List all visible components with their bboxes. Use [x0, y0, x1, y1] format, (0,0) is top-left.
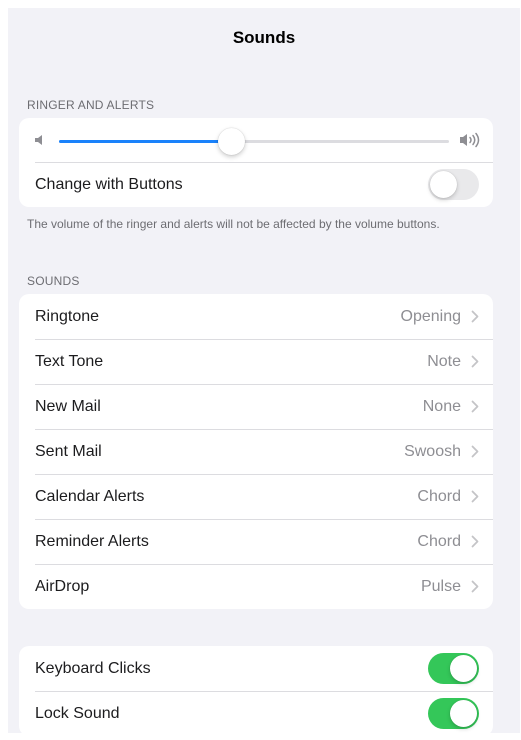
sound-row-reminder-alerts[interactable]: Reminder Alerts Chord	[19, 519, 493, 564]
feedback-group: Keyboard Clicks Lock Sound	[19, 646, 493, 733]
chevron-right-icon	[471, 355, 479, 368]
row-label: Ringtone	[35, 307, 100, 325]
change-with-buttons-row: Change with Buttons	[19, 162, 493, 207]
row-label: AirDrop	[35, 577, 90, 595]
chevron-right-icon	[471, 490, 479, 503]
section-header-ringer: RINGER AND ALERTS	[27, 98, 155, 112]
row-value: None	[422, 397, 461, 415]
row-value: Pulse	[420, 577, 461, 595]
sound-row-sent-mail[interactable]: Sent Mail Swoosh	[19, 429, 493, 474]
toggle-knob	[450, 700, 477, 727]
row-label: Calendar Alerts	[35, 487, 145, 505]
chevron-right-icon	[471, 400, 479, 413]
sounds-group: Ringtone Opening Text Tone Note New Mail…	[19, 294, 493, 609]
ringer-footer-note: The volume of the ringer and alerts will…	[27, 217, 440, 231]
row-label: Sent Mail	[35, 442, 102, 460]
page-title: Sounds	[232, 28, 296, 47]
sound-row-text-tone[interactable]: Text Tone Note	[19, 339, 493, 384]
row-label: Reminder Alerts	[35, 532, 149, 550]
speaker-high-icon	[460, 132, 480, 148]
sound-row-new-mail[interactable]: New Mail None	[19, 384, 493, 429]
toggle-knob	[430, 171, 457, 198]
chevron-right-icon	[471, 445, 479, 458]
lock-sound-row: Lock Sound	[19, 691, 493, 733]
ringer-group: Change with Buttons	[19, 118, 493, 207]
row-value: Swoosh	[404, 442, 461, 460]
change-with-buttons-label: Change with Buttons	[35, 175, 183, 193]
keyboard-clicks-label: Keyboard Clicks	[35, 659, 151, 677]
ringer-volume-row	[19, 118, 493, 162]
chevron-right-icon	[471, 580, 479, 593]
change-with-buttons-toggle[interactable]	[428, 169, 479, 200]
section-header-sounds: SOUNDS	[27, 274, 80, 288]
lock-sound-toggle[interactable]	[428, 698, 479, 729]
keyboard-clicks-row: Keyboard Clicks	[19, 646, 493, 691]
lock-sound-label: Lock Sound	[35, 704, 120, 722]
slider-thumb[interactable]	[217, 128, 245, 155]
row-value: Note	[427, 352, 461, 370]
chevron-right-icon	[471, 535, 479, 548]
sound-row-ringtone[interactable]: Ringtone Opening	[19, 294, 493, 339]
slider-fill	[59, 140, 231, 143]
chevron-right-icon	[471, 310, 479, 323]
toggle-knob	[450, 655, 477, 682]
row-label: New Mail	[35, 397, 101, 415]
speaker-low-icon	[35, 135, 42, 145]
row-label: Text Tone	[35, 352, 104, 370]
sound-row-calendar-alerts[interactable]: Calendar Alerts Chord	[19, 474, 493, 519]
row-value: Opening	[400, 307, 462, 325]
row-value: Chord	[417, 532, 461, 550]
ringer-volume-slider[interactable]	[59, 128, 449, 155]
keyboard-clicks-toggle[interactable]	[428, 653, 479, 684]
sound-row-airdrop[interactable]: AirDrop Pulse	[19, 564, 493, 609]
row-value: Chord	[417, 487, 461, 505]
settings-screen: Sounds RINGER AND ALERTS Change with But…	[8, 8, 520, 733]
